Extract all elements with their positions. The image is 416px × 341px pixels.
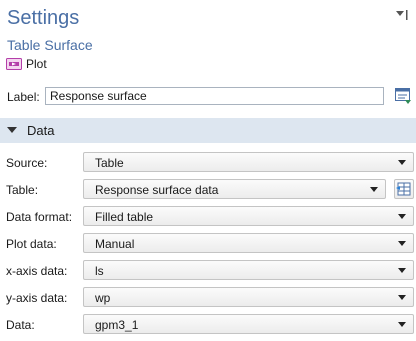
source-row: Source: Table (0, 150, 416, 174)
plot-button-label: Plot (26, 57, 47, 71)
x-axis-data-label: x-axis data: (6, 264, 68, 278)
plot-data-select[interactable]: Manual (83, 233, 414, 253)
data-format-select[interactable]: Filled table (83, 206, 414, 226)
x-axis-data-select[interactable]: ls (83, 260, 414, 280)
source-label: Source: (6, 156, 48, 170)
chevron-down-icon (398, 241, 406, 246)
plot-data-label: Plot data: (6, 237, 57, 251)
chevron-down-icon (398, 160, 406, 165)
page-title: Settings (7, 7, 80, 29)
table-value: Response surface data (95, 183, 219, 197)
data-label: Data: (6, 318, 35, 332)
data-format-value: Filled table (95, 210, 154, 224)
settings-header: Settings Table Surface Plot (0, 0, 416, 80)
panel-menu-icon[interactable] (394, 8, 408, 24)
label-input[interactable] (45, 87, 384, 105)
data-format-row: Data format: Filled table (0, 204, 416, 228)
x-axis-data-value: ls (95, 264, 104, 278)
x-axis-data-row: x-axis data: ls (0, 258, 416, 282)
table-goto-button[interactable] (394, 179, 414, 199)
table-select[interactable]: Response surface data (83, 179, 386, 199)
collapse-arrow-icon (7, 127, 17, 133)
data-section-header[interactable]: Data (0, 118, 416, 143)
y-axis-data-select[interactable]: wp (83, 287, 414, 307)
chevron-down-icon (398, 295, 406, 300)
source-value: Table (95, 156, 124, 170)
chevron-down-icon (398, 214, 406, 219)
data-value: gpm3_1 (95, 318, 139, 332)
source-select[interactable]: Table (83, 152, 414, 172)
plot-icon (6, 58, 22, 70)
label-row: Label: (0, 85, 416, 109)
chevron-down-icon (398, 268, 406, 273)
plot-data-value: Manual (95, 237, 135, 251)
table-label: Table: (6, 183, 39, 197)
y-axis-data-label: y-axis data: (6, 291, 68, 305)
node-type-subtitle: Table Surface (7, 37, 93, 53)
data-format-label: Data format: (6, 210, 73, 224)
plot-data-row: Plot data: Manual (0, 231, 416, 255)
section-title: Data (27, 123, 55, 138)
y-axis-data-row: y-axis data: wp (0, 285, 416, 309)
label-caption: Label: (7, 90, 40, 104)
table-goto-icon (396, 182, 411, 196)
chevron-down-icon (398, 322, 406, 327)
y-axis-data-value: wp (95, 291, 111, 305)
plot-button[interactable]: Plot (6, 55, 47, 73)
label-edit-icon[interactable] (394, 87, 412, 105)
chevron-down-icon (370, 187, 378, 192)
table-row: Table: Response surface data (0, 177, 416, 201)
data-select[interactable]: gpm3_1 (83, 314, 414, 334)
data-row: Data: gpm3_1 (0, 312, 416, 336)
